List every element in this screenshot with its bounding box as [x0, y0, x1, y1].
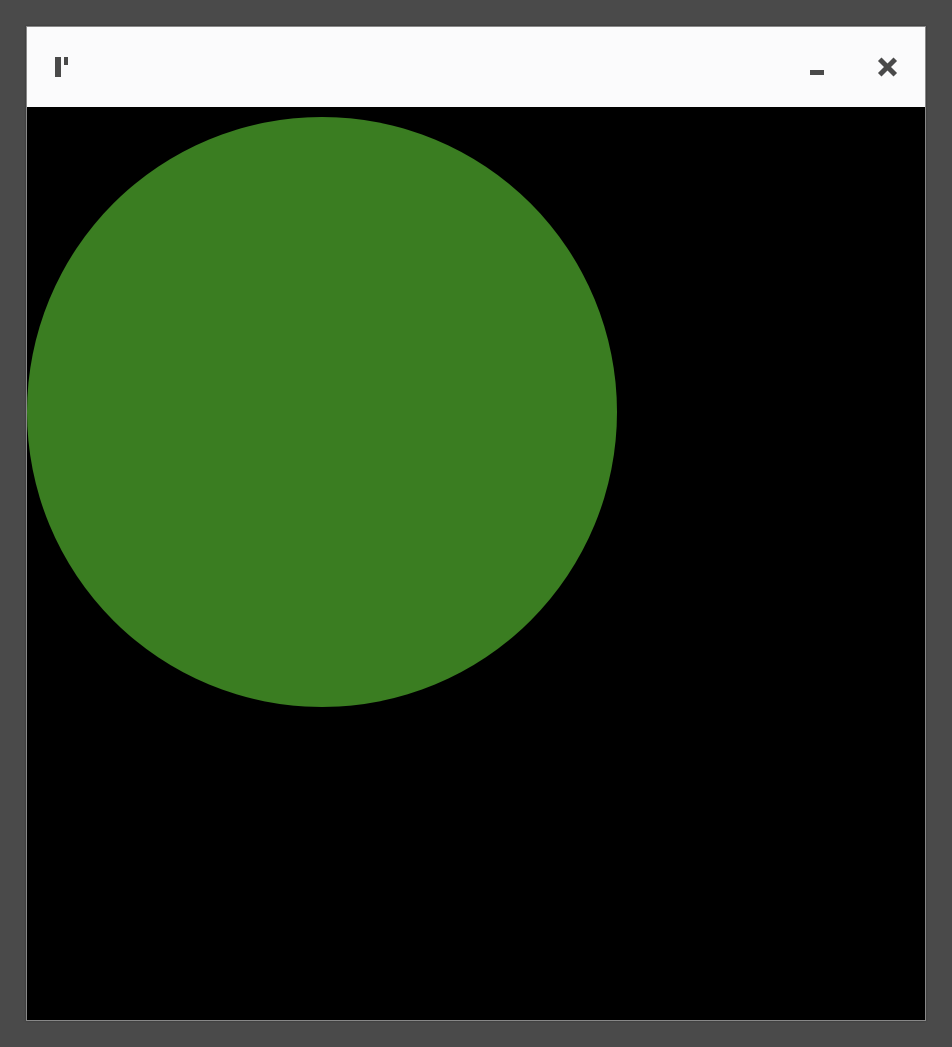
titlebar-controls: [807, 57, 897, 77]
close-button[interactable]: [877, 57, 897, 77]
green-circle: [27, 117, 617, 707]
application-window: [26, 26, 926, 1021]
window-titlebar[interactable]: [27, 27, 925, 107]
minimize-icon: [810, 70, 824, 75]
minimize-button[interactable]: [807, 57, 827, 77]
app-icon: [55, 57, 71, 77]
titlebar-left: [55, 57, 81, 77]
close-icon: [877, 57, 897, 77]
canvas-area[interactable]: [27, 107, 925, 1020]
